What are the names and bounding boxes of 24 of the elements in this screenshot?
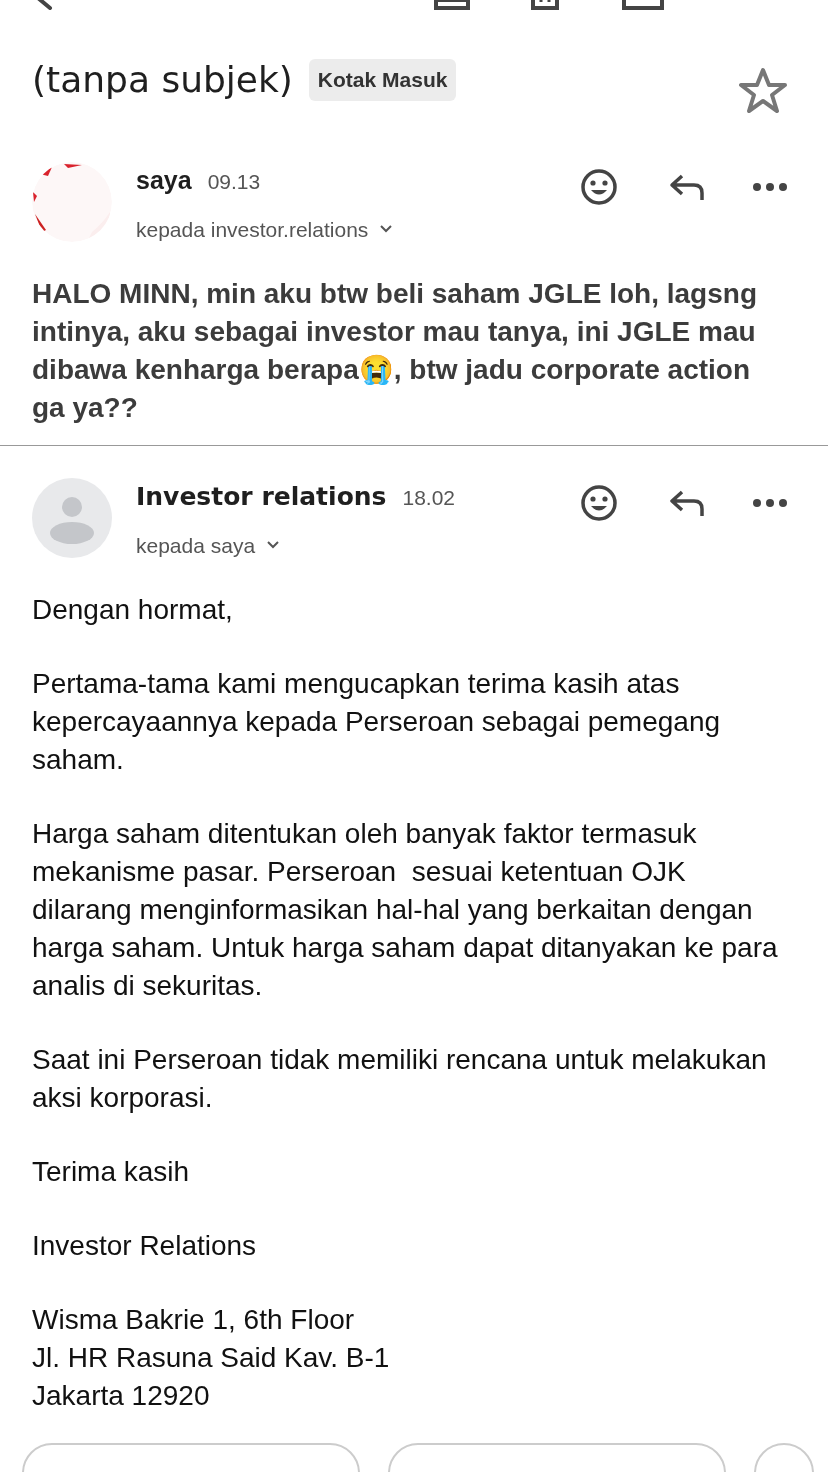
sender-name: Investor relations	[136, 481, 387, 513]
reply-icon[interactable]	[668, 488, 706, 518]
message-time: 18.02	[402, 485, 456, 511]
sender-name: saya	[136, 165, 192, 196]
recipient-text: kepada saya	[136, 532, 256, 559]
more-icon[interactable]	[752, 498, 788, 508]
reply-icon[interactable]	[668, 172, 706, 202]
star-icon[interactable]	[738, 66, 788, 116]
paragraph-text: Dengan hormat,	[32, 593, 234, 627]
message-time: 09.13	[207, 169, 261, 195]
recipient-text: kepada investor.relations	[136, 216, 369, 243]
paragraph-text: Pertama-tama kami mengucapkan terima kasih atas kepercayaannya kepada Perseroan sebagai pemegang saham.	[32, 667, 722, 777]
paragraph-text: HALO MINN, min aku btw beli saham JGLE loh, lagsng intinya, aku sebagai investor mau tanya, ini JGLE mau dibawa kenharga berapa😭, btw jadu corporate action ga ya??	[32, 277, 758, 425]
emoji-icon[interactable]	[580, 484, 618, 522]
avatar-icon	[32, 478, 112, 558]
more-icon[interactable]	[752, 182, 788, 192]
paragraph-text: Harga saham ditentukan oleh banyak faktor termasuk mekanisme pasar. Perseroan sesuai ketentuan OJK dilarang menginformasikan hal-hal yang berkaitan dengan harga saham. Untuk harga saham dapat ditanyakan ke para analis di sekuritas.	[32, 817, 778, 1003]
subject-title: (tanpa subjek)	[32, 58, 293, 102]
paragraph-text: Wisma Bakrie 1, 6th Floor Jl. HR Rasuna Said Kav. B-1 Jakarta 12920	[32, 1303, 391, 1413]
paragraph-text: Terima kasih	[32, 1155, 191, 1189]
paragraph-text: Saat ini Perseroan tidak memiliki rencana untuk melakukan aksi korporasi.	[32, 1043, 768, 1115]
emoji-icon[interactable]	[580, 168, 618, 206]
label-tag: Kotak Masuk	[308, 59, 457, 101]
paragraph-text: Investor Relations	[32, 1229, 258, 1263]
